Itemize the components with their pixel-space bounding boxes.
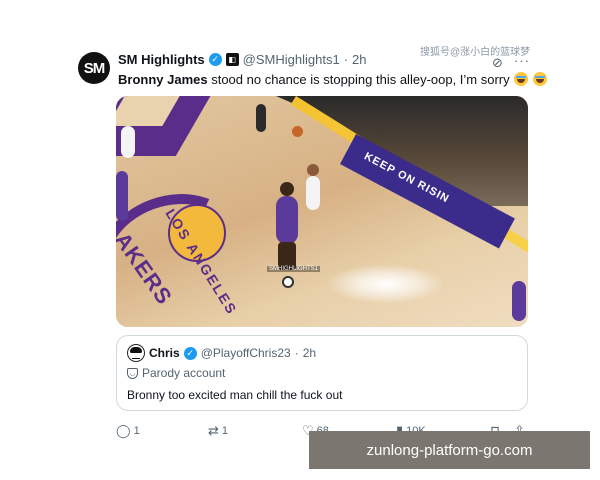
url-banner: zunlong-platform-go.com: [309, 431, 590, 469]
parody-label: ◡ Parody account: [127, 366, 225, 380]
player-white-left: [121, 126, 135, 158]
verified-badge-icon: ✓: [208, 53, 222, 66]
quote-header: Chris ✓ @PlayoffChris23 · 2h: [149, 346, 316, 360]
author-name[interactable]: SM Highlights: [118, 52, 205, 67]
crying-emoji-icon: [532, 72, 547, 86]
org-badge-icon: ◧: [225, 53, 239, 66]
tweet-text-rest: stood no chance is stopping this alley-o…: [207, 72, 510, 87]
avatar[interactable]: SM: [78, 52, 110, 84]
video-player[interactable]: KEEP ON RISIN LAKERS LOS ANGELES SMHIGHL…: [116, 96, 528, 327]
mask-icon: ◡: [127, 367, 138, 379]
author-handle[interactable]: @SMHighlights1: [243, 52, 340, 67]
reply-button[interactable]: ◯ 1: [116, 423, 140, 439]
repost-button[interactable]: ⇄ 1: [208, 423, 228, 439]
tweet-header: SM Highlights ✓ ◧ @SMHighlights1 · 2h: [118, 52, 367, 67]
video-watermark-logo: [282, 276, 294, 288]
quote-author-handle[interactable]: @PlayoffChris23: [201, 346, 291, 360]
video-watermark: SMHIGHLIGHTS1: [267, 266, 321, 272]
tweet-text: Bronny James stood no chance is stopping…: [118, 72, 547, 87]
player-purple-head: [280, 182, 294, 196]
repost-count: 1: [221, 425, 229, 437]
player-purple-right: [512, 281, 526, 321]
quote-avatar[interactable]: [127, 344, 145, 362]
basketball: [292, 126, 303, 137]
verified-badge-icon: ✓: [183, 346, 197, 360]
quote-author-name[interactable]: Chris: [149, 346, 180, 360]
post-time[interactable]: 2h: [352, 52, 366, 67]
quoted-tweet[interactable]: Chris ✓ @PlayoffChris23 · 2h ◡ Parody ac…: [116, 335, 528, 411]
quote-time[interactable]: 2h: [303, 346, 316, 360]
reply-count: 1: [133, 425, 140, 437]
tweet-text-bold[interactable]: Bronny James: [118, 72, 208, 87]
grok-icon[interactable]: ⊘: [492, 55, 506, 70]
separator-dot: ·: [294, 346, 299, 360]
more-icon[interactable]: ···: [514, 53, 530, 68]
reply-icon: ◯: [116, 423, 131, 438]
referee: [256, 104, 266, 132]
player-purple-9: [276, 196, 298, 244]
parody-label-text: Parody account: [142, 366, 226, 380]
repost-icon: ⇄: [208, 423, 219, 438]
tweet-card[interactable]: SM SM Highlights ✓ ◧ @SMHighlights1 · 2h…: [68, 40, 547, 440]
player-white-center: [306, 176, 320, 210]
quote-text: Bronny too excited man chill the fuck ou…: [127, 388, 343, 402]
separator-dot: ·: [343, 52, 349, 67]
player-purple-left: [116, 171, 128, 221]
crying-emoji-icon: [514, 72, 529, 86]
player-white-head: [307, 164, 319, 176]
floor-glare: [326, 264, 446, 304]
page: SM SM Highlights ✓ ◧ @SMHighlights1 · 2h…: [0, 0, 600, 480]
